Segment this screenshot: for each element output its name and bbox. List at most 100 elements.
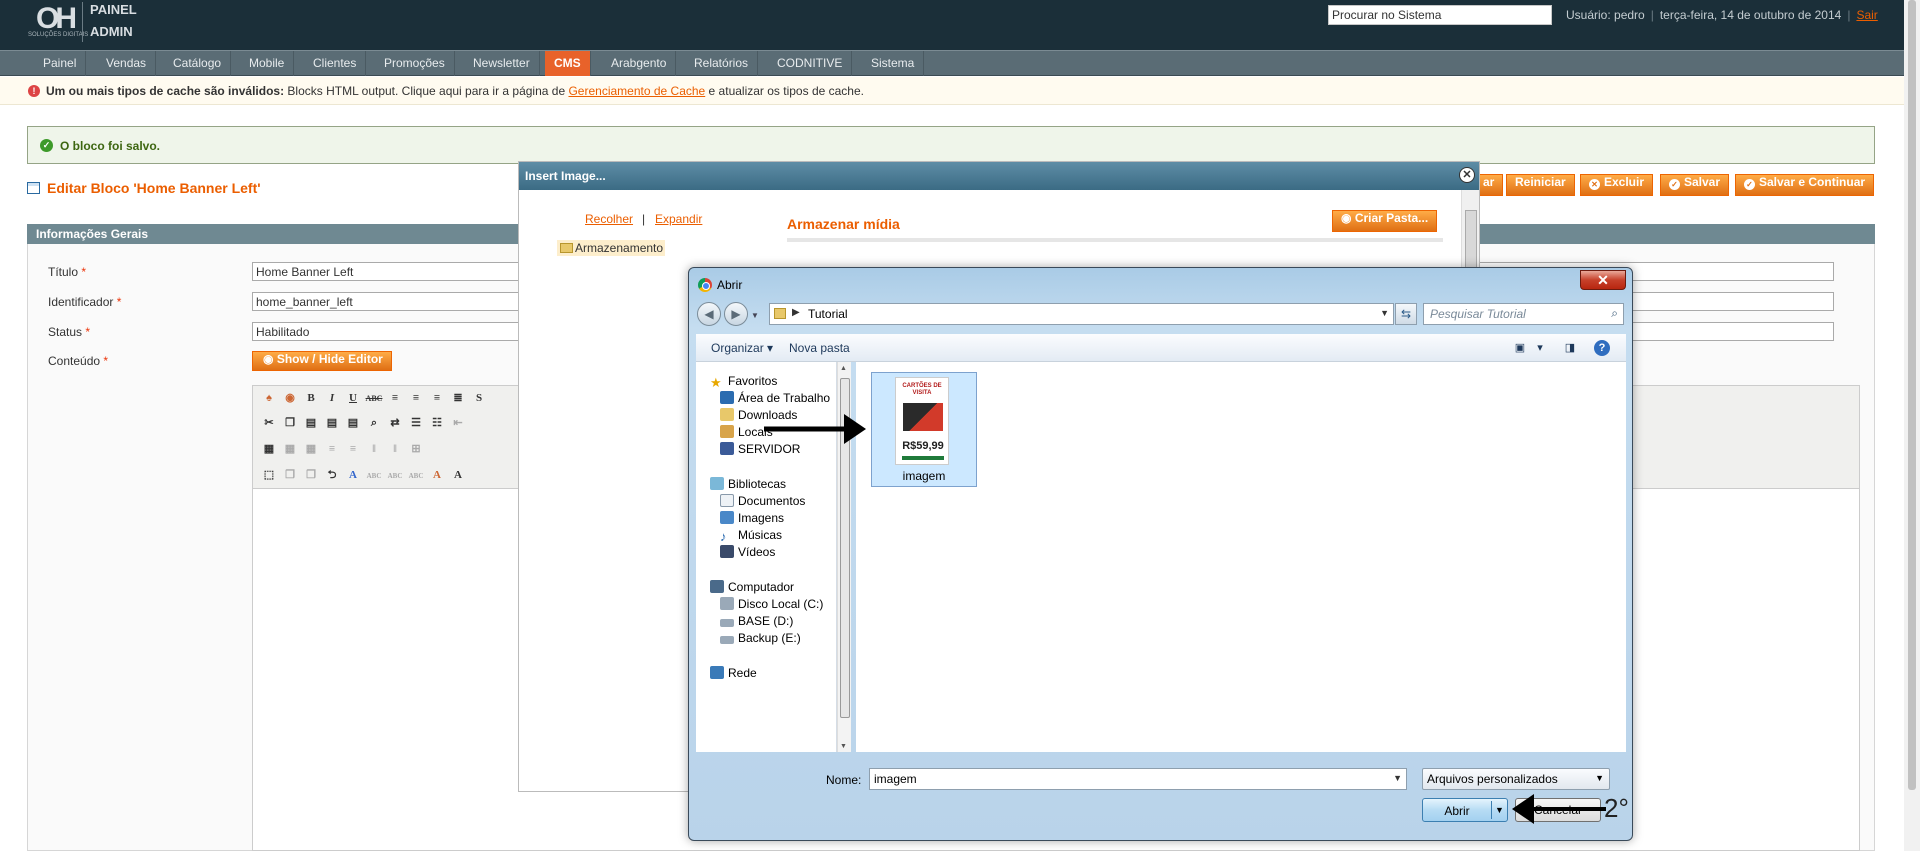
tree-videos[interactable]: Vídeos [720,545,775,559]
tree-images[interactable]: Imagens [720,511,784,525]
back-arrow-icon[interactable]: ◀ [697,302,721,326]
cache-management-link[interactable]: Gerenciamento de Cache [568,84,705,98]
tree-favorites[interactable]: ★ Favoritos [710,374,777,389]
file-name-input[interactable]: imagem ▼ [869,768,1407,790]
outdent-icon[interactable]: ⇤ [449,414,467,432]
save-continue-button[interactable]: ✓ Salvar e Continuar [1735,174,1875,196]
table-icon[interactable]: ▦ [260,440,278,458]
text-color-icon[interactable]: A [449,466,467,484]
styles-select[interactable]: S [470,389,488,407]
align-left-icon[interactable]: ≡ [386,389,404,407]
select-all-icon[interactable]: ⬚ [260,466,278,484]
nav-item-newsletter[interactable]: Newsletter [464,51,540,76]
undo-layer-icon[interactable]: ⮌ [323,466,341,484]
view-options-icon[interactable]: ▣ [1511,339,1529,357]
expand-link[interactable]: Expandir [655,212,702,226]
find-icon[interactable]: ⌕ [365,414,383,432]
breadcrumb-chevron-icon[interactable]: ▶ [792,307,800,318]
align-center-icon[interactable]: ≡ [407,389,425,407]
page-scrollbar[interactable] [1904,0,1920,851]
tree-disk-e[interactable]: Backup (E:) [720,631,801,645]
media-tree-root[interactable]: Armazenamento [557,240,666,256]
nav-item-mobile[interactable]: Mobile [240,51,295,76]
reset-button[interactable]: Reiniciar [1506,174,1575,196]
delete-col-icon[interactable]: ‖ [386,440,404,458]
tree-network[interactable]: Rede [710,666,757,680]
underline-icon[interactable]: U [344,389,362,407]
cite-icon[interactable]: ABC [365,467,383,485]
numbered-list-icon[interactable]: ☷ [428,414,446,432]
preview-pane-icon[interactable]: ◨ [1561,339,1579,357]
nav-item-relatorios[interactable]: Relatórios [685,51,759,76]
nav-item-arabgento[interactable]: Arabgento [602,51,677,76]
strikethrough-icon[interactable]: ABC [365,390,383,408]
recent-locations-icon[interactable]: ▼ [751,311,759,320]
chevron-down-icon[interactable]: ▼ [1495,805,1504,815]
split-cells-icon[interactable]: ⊞ [407,440,425,458]
nav-item-cms[interactable]: CMS [545,51,591,76]
organize-button[interactable]: Organizar ▾ [711,341,773,355]
file-item-imagem[interactable]: CARTÕES DE VISITA R$59,99 imagem [871,372,977,487]
address-bar[interactable]: ▶ Tutorial ▼ [769,303,1394,325]
logo[interactable]: OH SOLUÇÕES DIGITAIS PAINEL ADMIN [28,0,148,46]
file-type-select[interactable]: Arquivos personalizados ▼ [1422,768,1610,790]
cut-icon[interactable]: ✂ [260,414,278,432]
paste-text-icon[interactable]: ▤ [323,414,341,432]
bullet-list-icon[interactable]: ☰ [407,414,425,432]
nav-item-clientes[interactable]: Clientes [304,51,367,76]
nav-item-codnitive[interactable]: CODNITIVE [768,51,853,76]
search-input[interactable]: Pesquisar Tutorial ⌕ [1423,303,1624,325]
insert-row-icon[interactable]: ≡ [323,440,341,458]
close-icon[interactable]: ✕ [1580,270,1626,290]
nav-item-painel[interactable]: Painel [34,51,87,76]
collapse-link[interactable]: Recolher [585,212,633,226]
abbr-icon[interactable]: ABC [386,467,404,485]
flash-icon[interactable]: ♠ [260,389,278,407]
toggle-editor-button[interactable]: ◉ Show / Hide Editor [252,351,392,371]
tree-desktop[interactable]: Área de Trabalho [720,391,830,405]
bold-icon[interactable]: B [302,389,320,407]
tree-music[interactable]: ♪ Músicas [720,528,782,543]
italic-icon[interactable]: I [323,389,341,407]
forward-arrow-icon[interactable]: ▶ [724,302,748,326]
acronym-icon[interactable]: ABC [407,467,425,485]
style-props-icon[interactable]: A [344,466,362,484]
tree-documents[interactable]: Documentos [720,494,805,508]
layer-2-icon[interactable]: ❐ [302,466,320,484]
paste-word-icon[interactable]: ▤ [344,414,362,432]
layer-icon[interactable]: ❐ [281,466,299,484]
paste-icon[interactable]: ▤ [302,414,320,432]
widget-icon[interactable]: ◉ [281,389,299,407]
nav-item-vendas[interactable]: Vendas [97,51,157,76]
refresh-icon[interactable]: ⇆ [1395,303,1417,325]
delete-row-icon[interactable]: ≡ [344,440,362,458]
tree-libraries[interactable]: Bibliotecas [710,477,786,491]
save-button[interactable]: ✓ Salvar [1660,174,1730,196]
chevron-down-icon[interactable]: ▼ [1393,773,1402,783]
chevron-down-icon[interactable]: ▼ [1380,308,1389,318]
delete-button[interactable]: ✕ Excluir [1580,174,1654,196]
copy-icon[interactable]: ❐ [281,414,299,432]
create-folder-button[interactable]: ◉ Criar Pasta... [1332,210,1438,232]
row-props-icon[interactable]: ▦ [281,440,299,458]
help-icon[interactable]: ? [1594,340,1610,356]
insert-col-icon[interactable]: ‖ [365,440,383,458]
open-button[interactable]: Abrir ▼ [1422,798,1508,822]
cell-props-icon[interactable]: ▦ [302,440,320,458]
chevron-down-icon[interactable]: ▾ [1531,339,1549,357]
new-folder-button[interactable]: Nova pasta [789,341,850,355]
close-icon[interactable]: ✕ [1459,167,1475,183]
nav-item-sistema[interactable]: Sistema [862,51,925,76]
align-right-icon[interactable]: ≡ [428,389,446,407]
global-search-input[interactable] [1328,5,1552,25]
tree-disk-c[interactable]: Disco Local (C:) [720,597,823,611]
tree-disk-d[interactable]: BASE (D:) [720,614,793,628]
logout-link[interactable]: Sair [1856,8,1877,22]
replace-icon[interactable]: ⇄ [386,414,404,432]
justify-icon[interactable]: ≣ [449,389,467,407]
breadcrumb-tutorial[interactable]: Tutorial [808,307,848,321]
tree-computer[interactable]: Computador [710,580,794,594]
nav-item-promocoes[interactable]: Promoções [375,51,455,76]
attributes-icon[interactable]: A [428,466,446,484]
nav-item-catalogo[interactable]: Catálogo [164,51,232,76]
